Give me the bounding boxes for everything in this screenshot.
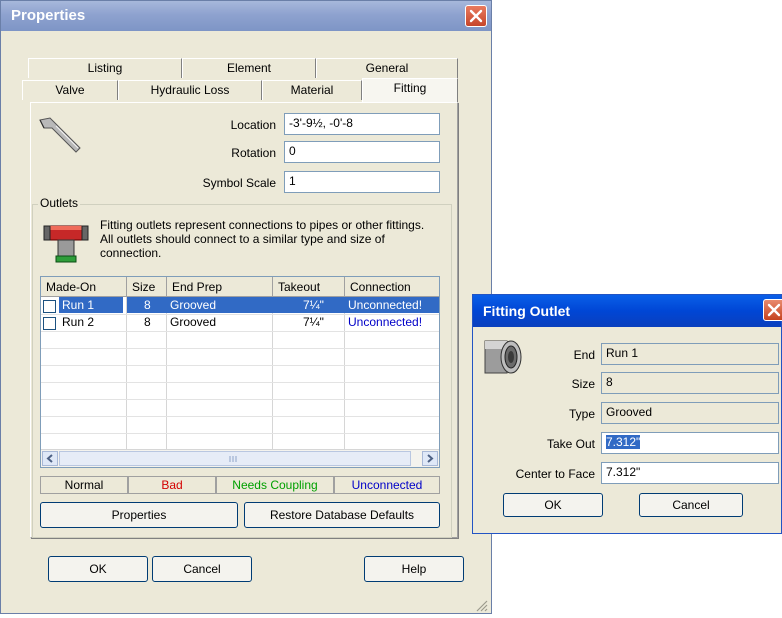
tab-label: Listing (87, 61, 123, 75)
tab-label: Valve (55, 83, 85, 97)
location-label: Location (230, 118, 276, 132)
end-field: Run 1 (601, 343, 779, 365)
outlets-description: Fitting outlets represent connections to… (100, 218, 425, 260)
legend-bad: Bad (128, 476, 216, 494)
takeout-field[interactable]: 7.312" (601, 432, 779, 454)
row-checkbox[interactable] (43, 317, 56, 330)
tab-strip: Listing Element General Valve Hydraulic … (22, 58, 468, 102)
restore-defaults-button[interactable]: Restore Database Defaults (244, 502, 440, 528)
empty-row (41, 331, 439, 349)
scroll-thumb[interactable] (59, 451, 411, 466)
tab-listing[interactable]: Listing (28, 58, 182, 78)
type-label: Type (568, 407, 595, 421)
empty-row (41, 365, 439, 383)
takeout-selected-text: 7.312" (606, 435, 641, 449)
empty-row (41, 382, 439, 400)
size-field: 8 (601, 372, 779, 394)
column-header-size[interactable]: Size (127, 277, 167, 297)
outlet-size: 8 (127, 297, 167, 313)
ok-button[interactable]: OK (503, 493, 603, 517)
end-label: End (573, 348, 595, 362)
tab-material[interactable]: Material (262, 80, 362, 100)
legend-unconnected: Unconnected (334, 476, 440, 494)
properties-titlebar[interactable]: Properties (1, 1, 491, 31)
fitting-outlet-titlebar[interactable]: Fitting Outlet (473, 295, 782, 327)
takeout-label: Take Out (546, 437, 595, 451)
close-icon[interactable] (465, 5, 487, 27)
tab-label: Element (226, 61, 272, 75)
tab-general[interactable]: General (316, 58, 458, 78)
horizontal-scrollbar[interactable] (41, 449, 439, 467)
tab-label: Fitting (393, 81, 427, 95)
outlet-takeout: 7¼" (273, 297, 345, 313)
symbol-scale-field[interactable]: 1 (284, 171, 440, 193)
pipe-end-icon (484, 340, 522, 374)
outlet-takeout: 7¼" (303, 315, 324, 329)
tab-label: Hydraulic Loss (150, 83, 230, 97)
properties-button[interactable]: Properties (40, 502, 238, 528)
tab-valve[interactable]: Valve (22, 80, 118, 100)
tab-label: General (365, 61, 409, 75)
column-header-end-prep[interactable]: End Prep (167, 277, 273, 297)
outlet-connection: Unconnected! (348, 315, 423, 329)
legend-needs-coupling: Needs Coupling (216, 476, 334, 494)
column-header-made-on[interactable]: Made-On (41, 277, 127, 297)
table-row[interactable]: Run 2 8 Grooved 7¼" Unconnected! (41, 314, 439, 332)
outlet-end-prep: Grooved (170, 315, 217, 329)
symbol-scale-label: Symbol Scale (202, 176, 276, 190)
rotation-label: Rotation (231, 146, 276, 160)
wrench-icon (39, 117, 81, 153)
tab-hydraulic-loss[interactable]: Hydraulic Loss (118, 80, 262, 100)
cancel-button[interactable]: Cancel (639, 493, 743, 517)
table-row[interactable]: Run 1 8 Grooved 7¼" Unconnected! (41, 297, 439, 315)
outlet-name: Run 2 (62, 315, 95, 329)
center-to-face-label: Center to Face (515, 467, 595, 481)
center-to-face-field[interactable]: 7.312" (601, 462, 779, 484)
cancel-button[interactable]: Cancel (152, 556, 252, 582)
row-checkbox[interactable] (43, 300, 56, 313)
tab-element[interactable]: Element (182, 58, 316, 78)
size-label: Size (571, 377, 595, 391)
help-button[interactable]: Help (364, 556, 464, 582)
outlet-size: 8 (144, 315, 151, 329)
window-title: Properties (11, 7, 86, 24)
ok-button[interactable]: OK (48, 556, 148, 582)
outlet-name: Run 1 (59, 297, 123, 313)
close-icon[interactable] (763, 299, 782, 321)
empty-row (41, 399, 439, 417)
empty-row (41, 416, 439, 434)
tab-fitting[interactable]: Fitting (362, 78, 458, 102)
tab-label: Material (290, 83, 334, 97)
outlets-group-label: Outlets (38, 196, 81, 210)
scroll-left-icon[interactable] (42, 451, 58, 466)
empty-row (41, 348, 439, 366)
scroll-right-icon[interactable] (422, 451, 438, 466)
rotation-field[interactable]: 0 (284, 141, 440, 163)
fitting-outlet-title: Fitting Outlet (483, 303, 571, 319)
location-field[interactable]: -3'-9½, -0'-8 (284, 113, 440, 135)
column-header-takeout[interactable]: Takeout (273, 277, 345, 297)
column-header-connection[interactable]: Connection (345, 277, 439, 297)
outlet-end-prep: Grooved (167, 297, 273, 313)
resize-grip-icon[interactable] (474, 598, 488, 612)
fitting-outlet-window: Fitting Outlet End Run 1 Size 8 Type Gro… (472, 294, 782, 534)
legend-normal: Normal (40, 476, 128, 494)
outlet-connection: Unconnected! (345, 297, 439, 313)
tee-fitting-icon (43, 225, 89, 263)
type-field: Grooved (601, 402, 779, 424)
outlets-grid[interactable]: Made-On Size End Prep Takeout Connection… (40, 276, 440, 468)
